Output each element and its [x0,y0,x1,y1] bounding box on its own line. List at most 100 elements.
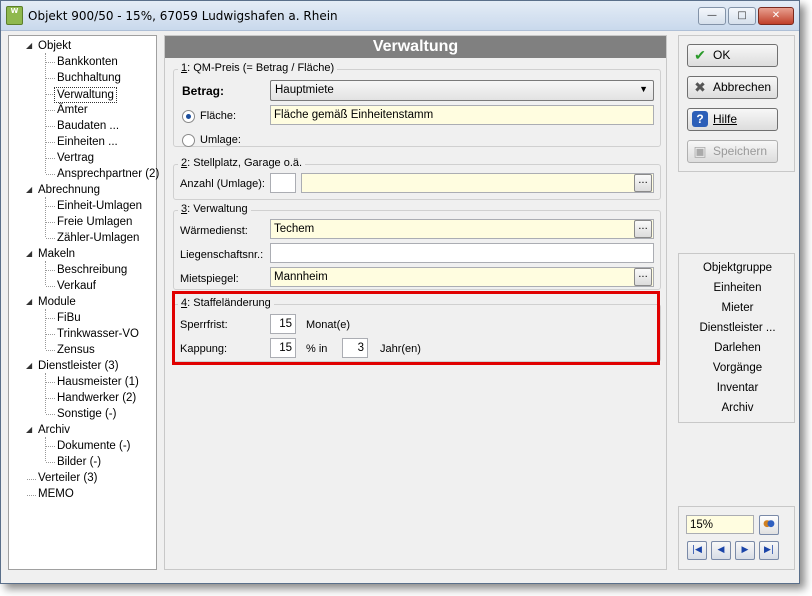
tree-line [46,286,55,287]
tree-item-0-5[interactable]: Einheiten ... [57,135,118,149]
stellplatz-group: 2: Stellplatz, Garage o.ä. Anzahl (Umlag… [173,157,661,200]
expand-arrow-icon[interactable]: ◢ [26,297,32,306]
stellplatz-lookup-button[interactable]: ... [634,174,652,192]
waermedienst-field[interactable]: Techem [270,219,654,239]
tree-line [46,158,55,159]
maximize-button[interactable]: □ [728,7,756,25]
prev-record-button[interactable]: ◀ [711,541,731,560]
expand-arrow-icon[interactable]: ◢ [26,41,32,50]
tree-line [27,495,36,496]
record-nav-panel: 15% ●● |◀ ◀ ▶ ▶| [678,506,795,570]
minimize-button[interactable]: — [698,7,726,25]
tree-item-0-0[interactable]: Bankkonten [57,55,118,69]
last-record-button[interactable]: ▶| [759,541,779,560]
tree-item-1-1[interactable]: Freie Umlagen [57,215,132,229]
liegenschaft-field[interactable] [270,243,654,263]
expand-arrow-icon[interactable]: ◢ [26,185,32,194]
tree-group-5[interactable]: Archiv [38,423,70,437]
tree-item-2-0[interactable]: Beschreibung [57,263,127,277]
flaeche-field[interactable]: Fläche gemäß Einheitenstamm [270,105,654,125]
kappung-percent-label: % in [306,343,328,355]
tree-item-3-1[interactable]: Trinkwasser-VO [57,327,139,341]
tree-group-0[interactable]: Objekt [38,39,71,53]
anzahl-field[interactable] [270,173,296,193]
nav-link-4[interactable]: Darlehen [679,342,796,354]
tree-item-3-0[interactable]: FiBu [57,311,81,325]
action-panel: ✔ OK ✖ Abbrechen ? Hilfe ▣ Speichern [678,35,795,172]
betrag-select[interactable]: Hauptmiete ▼ [270,80,654,101]
tree-item-0-2[interactable]: Verwaltung [54,87,117,103]
kappung-label: Kappung: [180,343,228,355]
navigation-tree[interactable]: ◢ Objekt Bankkonten Buchhaltung Verwaltung Äm… [8,35,159,570]
tree-item-0-3[interactable]: Ämter [57,103,88,117]
speichern-button[interactable]: ▣ Speichern [687,140,778,163]
tree-group-3[interactable]: Module [38,295,76,309]
tree-item-0-1[interactable]: Buchhaltung [57,71,121,85]
tree-item-4-1[interactable]: Handwerker (2) [57,391,136,405]
tree-item-4-0[interactable]: Hausmeister (1) [57,375,139,389]
tree-item-0-7[interactable]: Ansprechpartner (2) [57,167,159,181]
tree-line [45,261,46,285]
verwaltung-legend: 3: Verwaltung [178,203,251,215]
nav-link-5[interactable]: Vorgänge [679,362,796,374]
tree-group-6[interactable]: Verteiler (3) [38,471,97,485]
betrag-label: Betrag: [182,84,225,98]
mietspiegel-lookup-button[interactable]: ... [634,268,652,286]
app-icon[interactable]: W [6,6,23,25]
close-button[interactable]: ✕ [758,7,794,25]
tree-line [46,222,55,223]
main-panel: Verwaltung 1: QM-Preis (= Betrag / Fläch… [164,35,667,570]
stellplatz-legend: 2: Stellplatz, Garage o.ä. [178,157,306,169]
tree-group-1[interactable]: Abrechnung [38,183,100,197]
staffel-group: 4: Staffeländerung Sperrfrist: 15 Monat(… [173,297,661,362]
tree-item-1-2[interactable]: Zähler-Umlagen [57,231,139,245]
ok-button[interactable]: ✔ OK [687,44,778,67]
tree-line [46,382,55,383]
tree-item-1-0[interactable]: Einheit-Umlagen [57,199,142,213]
check-icon: ✔ [694,47,706,63]
nav-link-7[interactable]: Archiv [679,402,796,414]
mietspiegel-field[interactable]: Mannheim [270,267,654,287]
flaeche-radio[interactable] [182,110,195,123]
tree-group-4[interactable]: Dienstleister (3) [38,359,119,373]
nav-link-0[interactable]: Objektgruppe [679,262,796,274]
tree-line [46,446,55,447]
waermedienst-label: Wärmedienst: [180,225,248,237]
tree-item-5-1[interactable]: Bilder (-) [57,455,101,469]
tree-item-5-0[interactable]: Dokumente (-) [57,439,131,453]
abbrechen-label: Abbrechen [713,80,772,94]
first-record-button[interactable]: |◀ [687,541,707,560]
tree-item-0-6[interactable]: Vertrag [57,151,94,165]
chevron-down-icon: ▼ [639,84,648,94]
umlage-radio[interactable] [182,134,195,147]
window-title: Objekt 900/50 - 15%, 67059 Ludwigshafen … [28,9,338,23]
nav-link-1[interactable]: Einheiten [679,282,796,294]
liegenschaft-label: Liegenschaftsnr.: [180,249,264,261]
nav-link-2[interactable]: Mieter [679,302,796,314]
kappung-field[interactable]: 15 [270,338,296,358]
percent-field[interactable]: 15% [686,515,754,534]
abbrechen-button[interactable]: ✖ Abbrechen [687,76,778,99]
hilfe-button[interactable]: ? Hilfe [687,108,778,131]
tree-line [46,126,55,127]
nav-link-3[interactable]: Dienstleister ... [679,322,796,334]
nav-link-6[interactable]: Inventar [679,382,796,394]
tree-item-2-1[interactable]: Verkauf [57,279,96,293]
tree-item-4-2[interactable]: Sonstige (-) [57,407,116,421]
tree-group-2[interactable]: Makeln [38,247,75,261]
tree-item-3-2[interactable]: Zensus [57,343,95,357]
tree-group-7[interactable]: MEMO [38,487,74,501]
expand-arrow-icon[interactable]: ◢ [26,361,32,370]
title-bar[interactable]: W Objekt 900/50 - 15%, 67059 Ludwigshafe… [1,1,799,31]
next-record-button[interactable]: ▶ [735,541,755,560]
expand-arrow-icon[interactable]: ◢ [26,425,32,434]
kappung-years-field[interactable]: 3 [342,338,368,358]
people-icon[interactable]: ●● [759,515,779,535]
sperrfrist-field[interactable]: 15 [270,314,296,334]
tree-line [46,238,55,239]
main-window: W Objekt 900/50 - 15%, 67059 Ludwigshafe… [0,0,800,584]
expand-arrow-icon[interactable]: ◢ [26,249,32,258]
stellplatz-umlage-field[interactable] [301,173,654,193]
tree-item-0-4[interactable]: Baudaten ... [57,119,119,133]
waermedienst-lookup-button[interactable]: ... [634,220,652,238]
